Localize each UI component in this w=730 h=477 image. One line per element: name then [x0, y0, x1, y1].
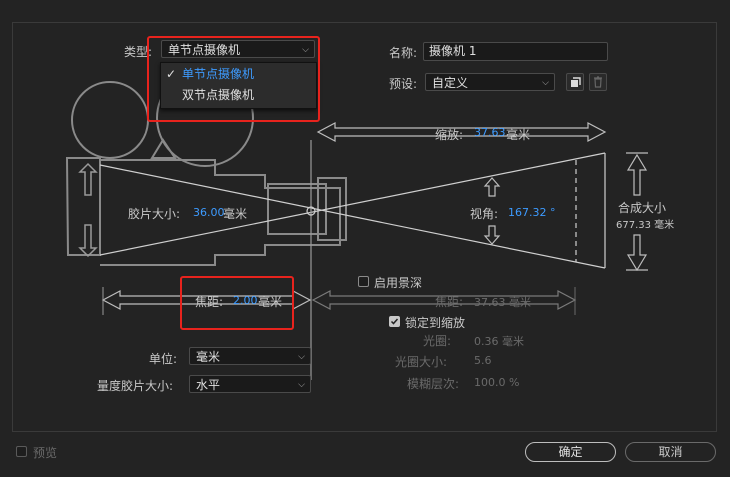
fstop-label: 光圈大小:: [395, 355, 448, 369]
preview-checkbox[interactable]: [16, 446, 27, 457]
chevron-down-icon: ⌵: [542, 78, 549, 88]
camera-reel-left: [71, 81, 149, 159]
film-arrow-down: [78, 224, 98, 258]
enable-dof-label: 启用景深: [374, 276, 423, 290]
highlight-box-focal: [180, 276, 294, 330]
camera-diagram: [65, 69, 648, 380]
comp-size-arrow-up: [626, 153, 648, 196]
highlight-box-type: [147, 36, 320, 122]
save-preset-icon: [571, 77, 581, 87]
name-label: 名称:: [389, 46, 418, 60]
measure-film-dropdown-value: 水平: [196, 378, 221, 392]
checkmark-icon: [390, 318, 399, 325]
units-dropdown[interactable]: 毫米 ⌵: [189, 347, 311, 365]
ok-button[interactable]: 确定: [525, 442, 616, 462]
preset-label: 预设:: [389, 77, 418, 91]
fstop-value: 5.6: [474, 354, 492, 367]
units-label: 单位:: [149, 352, 178, 366]
comp-size-label: 合成大小: [618, 201, 667, 215]
preset-dropdown-value: 自定义: [432, 76, 469, 90]
film-arrow-up: [78, 162, 98, 196]
trash-icon: [594, 76, 602, 88]
name-field[interactable]: 摄像机 1: [423, 42, 608, 61]
units-dropdown-value: 毫米: [196, 350, 221, 364]
delete-preset-button[interactable]: [589, 73, 607, 91]
film-size-unit: 毫米: [223, 207, 248, 221]
angle-label: 视角:: [470, 207, 499, 221]
blur-label: 模糊层次:: [407, 377, 460, 391]
zoom-unit: 毫米: [506, 128, 531, 142]
preview-label: 预览: [33, 446, 58, 460]
lock-to-zoom-checkbox[interactable]: [389, 316, 400, 327]
blur-value: 100.0 %: [474, 376, 520, 389]
zoom-value[interactable]: 37.63: [474, 126, 506, 139]
preset-dropdown[interactable]: 自定义 ⌵: [425, 73, 555, 91]
dof-focus-value: 37.63 毫米: [474, 296, 531, 309]
measure-film-label: 量度胶片大小:: [97, 379, 174, 393]
enable-dof-checkbox[interactable]: [358, 276, 369, 287]
chevron-down-icon: ⌵: [298, 352, 305, 362]
measure-film-dropdown[interactable]: 水平 ⌵: [189, 375, 311, 393]
film-size-value[interactable]: 36.00: [193, 206, 225, 219]
film-size-label: 胶片大小:: [128, 207, 181, 221]
lock-to-zoom-label: 锁定到缩放: [405, 316, 466, 330]
angle-arrow-up: [483, 177, 501, 197]
chevron-down-icon: ⌵: [298, 380, 305, 390]
angle-arrow-down: [483, 225, 501, 245]
angle-value[interactable]: 167.32 °: [508, 206, 556, 219]
dof-focus-label: 焦距:: [435, 295, 464, 309]
save-preset-button[interactable]: [566, 73, 584, 91]
comp-size-value: 677.33 毫米: [616, 220, 675, 231]
zoom-label: 缩放:: [435, 128, 464, 142]
aperture-value: 0.36 毫米: [474, 335, 524, 348]
comp-size-arrow-down: [626, 234, 648, 272]
aperture-label: 光圈:: [423, 334, 452, 348]
cancel-button[interactable]: 取消: [625, 442, 716, 462]
